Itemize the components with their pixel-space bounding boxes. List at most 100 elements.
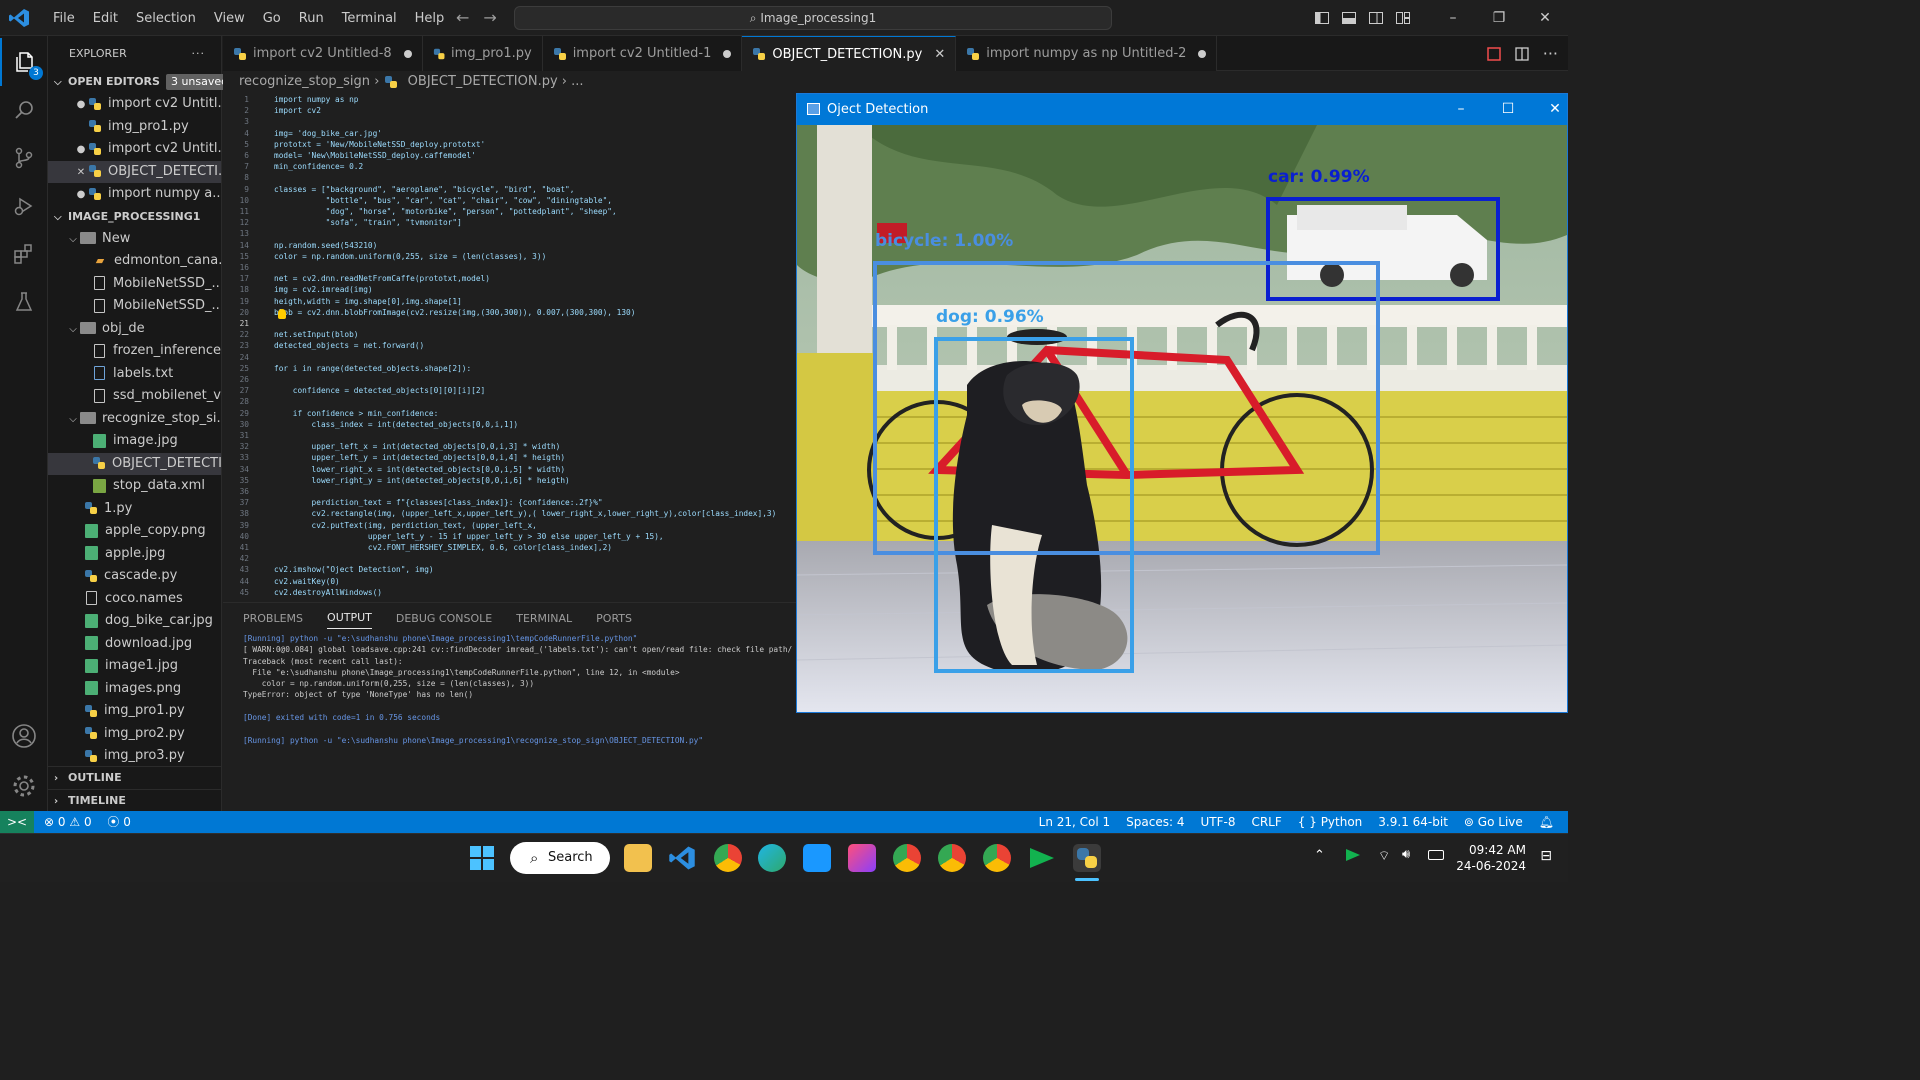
file-item[interactable]: img_pro1.py — [48, 700, 221, 723]
edge-icon[interactable] — [758, 844, 786, 872]
customize-layout-icon[interactable] — [1389, 0, 1416, 36]
ports-indicator[interactable]: ⦿ 0 — [107, 815, 130, 829]
notification-center-icon[interactable]: ⊟ — [1540, 848, 1552, 864]
split-editor-icon[interactable] — [1515, 46, 1529, 61]
unsaved-dot-icon[interactable] — [403, 49, 412, 58]
tab-terminal[interactable]: TERMINAL — [516, 612, 572, 625]
breadcrumb-folder[interactable]: recognize_stop_sign — [239, 74, 370, 89]
restore-icon[interactable]: ❐ — [1476, 0, 1522, 36]
open-editor-item[interactable]: ● import numpy a... — [48, 183, 221, 206]
open-editors-header[interactable]: ⌵ OPEN EDITORS 3 unsaved — [48, 71, 234, 93]
open-editor-item-active[interactable]: ✕ OBJECT_DETECTI... — [48, 160, 221, 184]
explorer-icon[interactable]: 3 — [0, 38, 48, 86]
prime-video-icon[interactable] — [803, 844, 831, 872]
tab-untitled-8[interactable]: import cv2 Untitled-8 — [223, 36, 423, 71]
open-editor-item[interactable]: ● import cv2 Untitl... — [48, 138, 221, 161]
tab-object-detection[interactable]: OBJECT_DETECTION.py ✕ — [742, 36, 957, 71]
file-item[interactable]: ▰ edmonton_cana... — [48, 250, 221, 273]
run-debug-icon[interactable] — [0, 182, 48, 230]
more-actions-icon[interactable]: ··· — [1543, 44, 1558, 63]
command-center[interactable]: ⌕ Image_processing1 — [514, 6, 1112, 30]
file-item[interactable]: images.png — [48, 678, 221, 701]
more-actions-icon[interactable]: ··· — [192, 36, 206, 71]
file-item[interactable]: labels.txt — [48, 363, 221, 386]
windows-start-icon[interactable] — [470, 846, 494, 870]
python-app-icon[interactable] — [1073, 844, 1101, 872]
tab-debug-console[interactable]: DEBUG CONSOLE — [396, 612, 492, 625]
python-interpreter[interactable]: 3.9.1 64-bit — [1378, 811, 1448, 833]
menu-help[interactable]: Help — [406, 11, 454, 26]
breadcrumb-symbol[interactable]: ... — [571, 74, 583, 89]
close-editor-icon[interactable]: ✕ — [74, 162, 88, 184]
chevron-up-icon[interactable]: ⌃ — [1314, 848, 1325, 863]
tab-ports[interactable]: PORTS — [596, 612, 632, 625]
extensions-icon[interactable] — [0, 230, 48, 278]
file-item[interactable]: coco.names — [48, 588, 221, 611]
file-item[interactable]: download.jpg — [48, 633, 221, 656]
menu-terminal[interactable]: Terminal — [333, 11, 406, 26]
close-icon[interactable]: ✕ — [1532, 94, 1578, 125]
unsaved-dot-icon[interactable]: ● — [74, 184, 88, 206]
battery-icon[interactable] — [1428, 850, 1444, 860]
language-mode[interactable]: { } Python — [1298, 811, 1363, 833]
folder-item[interactable]: ⌵ obj_de — [48, 318, 221, 341]
file-item[interactable]: dog_bike_car.jpg — [48, 610, 221, 633]
file-item[interactable]: frozen_inference... — [48, 340, 221, 363]
menu-edit[interactable]: Edit — [84, 11, 127, 26]
breadcrumb-file[interactable]: OBJECT_DETECTION.py — [408, 74, 558, 89]
file-item[interactable]: img_pro2.py — [48, 723, 221, 746]
line-endings[interactable]: CRLF — [1251, 811, 1281, 833]
toggle-panel-icon[interactable] — [1335, 0, 1362, 36]
file-item[interactable]: stop_data.xml — [48, 475, 221, 498]
menu-selection[interactable]: Selection — [127, 11, 205, 26]
lightbulb-icon[interactable] — [278, 309, 286, 319]
taskbar-search[interactable]: ⌕ Search — [510, 842, 610, 874]
wifi-icon[interactable]: ⌔ — [1378, 848, 1390, 864]
file-explorer-icon[interactable] — [624, 844, 652, 872]
menu-go[interactable]: Go — [254, 11, 290, 26]
minimize-icon[interactable]: – — [1430, 0, 1476, 36]
close-tab-icon[interactable]: ✕ — [934, 47, 945, 62]
toggle-secondary-sidebar-icon[interactable] — [1362, 0, 1389, 36]
maximize-icon[interactable]: ☐ — [1485, 94, 1531, 125]
output-log[interactable]: [Running] python -u "e:\sudhanshu phone\… — [223, 633, 798, 746]
source-control-icon[interactable] — [0, 134, 48, 182]
folder-item[interactable]: ⌵ recognize_stop_si... — [48, 408, 221, 431]
close-window-icon[interactable]: ✕ — [1522, 0, 1568, 36]
encoding[interactable]: UTF-8 — [1200, 811, 1235, 833]
tab-img-pro1[interactable]: img_pro1.py — [422, 36, 543, 71]
open-preview-icon[interactable] — [1486, 46, 1501, 61]
tab-untitled-1[interactable]: import cv2 Untitled-1 — [542, 36, 743, 71]
open-editor-item[interactable]: ● import cv2 Untitl... — [48, 93, 221, 116]
toggle-sidebar-icon[interactable] — [1308, 0, 1335, 36]
back-arrow-icon[interactable]: ← — [456, 8, 483, 27]
file-item[interactable]: ssd_mobilenet_v... — [48, 385, 221, 408]
file-item[interactable]: MobileNetSSD_... — [48, 273, 221, 296]
testing-flask-icon[interactable] — [0, 278, 48, 326]
outline-header[interactable]: › OUTLINE — [48, 766, 222, 788]
file-item[interactable]: MobileNetSSD_... — [48, 295, 221, 318]
clock[interactable]: 09:42 AM 24-06-2024 — [1456, 842, 1526, 874]
photos-app-icon[interactable] — [848, 844, 876, 872]
unsaved-dot-icon[interactable]: ● — [74, 94, 88, 116]
settings-gear-icon[interactable] — [0, 762, 48, 810]
file-item[interactable]: apple.jpg — [48, 543, 221, 566]
code-editor[interactable]: 1 import numpy as np 2 import cv2 3 4 img= 'do… — [223, 94, 798, 634]
unsaved-dot-icon[interactable] — [723, 49, 732, 58]
file-item[interactable]: image.jpg — [48, 430, 221, 453]
chrome-profile-icon[interactable] — [938, 844, 966, 872]
tab-untitled-2[interactable]: import numpy as np Untitled-2 — [956, 36, 1218, 71]
search-view-icon[interactable] — [0, 86, 48, 134]
terminal-app-icon[interactable] — [1028, 844, 1056, 872]
indentation[interactable]: Spaces: 4 — [1126, 811, 1184, 833]
account-icon[interactable] — [0, 712, 48, 760]
tray-app-icon[interactable] — [1345, 847, 1361, 867]
chrome-icon[interactable] — [714, 844, 742, 872]
file-item[interactable]: img_pro3.py — [48, 745, 221, 768]
minimize-icon[interactable]: – — [1438, 94, 1484, 125]
vscode-taskbar-icon[interactable] — [668, 844, 696, 872]
unsaved-dot-icon[interactable] — [1198, 49, 1207, 58]
file-item[interactable]: 1.py — [48, 498, 221, 521]
cursor-position[interactable]: Ln 21, Col 1 — [1039, 811, 1111, 833]
menu-file[interactable]: File — [44, 11, 84, 26]
